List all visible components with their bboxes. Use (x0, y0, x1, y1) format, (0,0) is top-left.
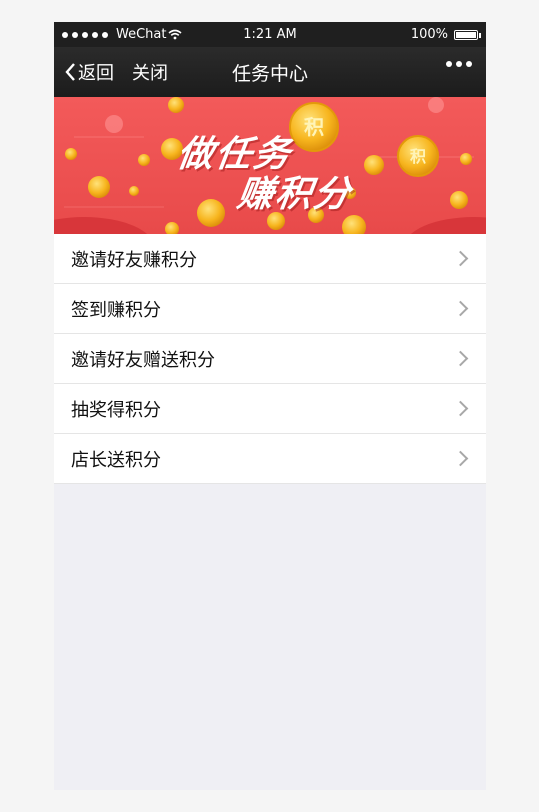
more-dot-icon (446, 61, 452, 67)
task-label: 邀请好友赚积分 (71, 249, 197, 271)
battery-icon (454, 29, 481, 40)
task-label: 邀请好友赠送积分 (71, 349, 215, 371)
task-list: 邀请好友赚积分 签到赚积分 邀请好友赠送积分 抽奖得积分 店长送积分 (54, 234, 486, 484)
chevron-right-icon (452, 300, 469, 317)
more-dot-icon (466, 61, 472, 67)
battery-status: 100% (410, 27, 481, 42)
page-title: 任务中心 (231, 63, 308, 85)
banner-title-line2: 赚积分 (234, 174, 355, 215)
task-item-manager-gift[interactable]: 店长送积分 (54, 434, 486, 484)
task-banner: 积 积 做任务 赚积分 (54, 97, 486, 234)
task-label: 签到赚积分 (71, 299, 161, 321)
nav-bar: 返回 关闭 任务中心 (54, 47, 486, 97)
task-item-invite-gift[interactable]: 邀请好友赠送积分 (54, 334, 486, 384)
task-label: 店长送积分 (71, 449, 161, 471)
task-label: 抽奖得积分 (71, 399, 161, 421)
chevron-right-icon (452, 400, 469, 417)
more-dot-icon (456, 61, 462, 67)
coin-character: 积 (304, 115, 324, 139)
phone-screen: WeChat 1:21 AM 100% 返回 关闭 任务中心 积 积 做任务 赚… (54, 22, 486, 790)
task-item-lottery[interactable]: 抽奖得积分 (54, 384, 486, 434)
more-button[interactable] (446, 61, 472, 67)
battery-percent: 100% (410, 27, 448, 42)
task-item-invite-friends[interactable]: 邀请好友赚积分 (54, 234, 486, 284)
chevron-right-icon (452, 450, 469, 467)
task-item-sign-in[interactable]: 签到赚积分 (54, 284, 486, 334)
coin-character: 积 (410, 147, 426, 166)
chevron-right-icon (452, 350, 469, 367)
status-bar: WeChat 1:21 AM 100% (54, 22, 486, 47)
chevron-right-icon (452, 250, 469, 267)
